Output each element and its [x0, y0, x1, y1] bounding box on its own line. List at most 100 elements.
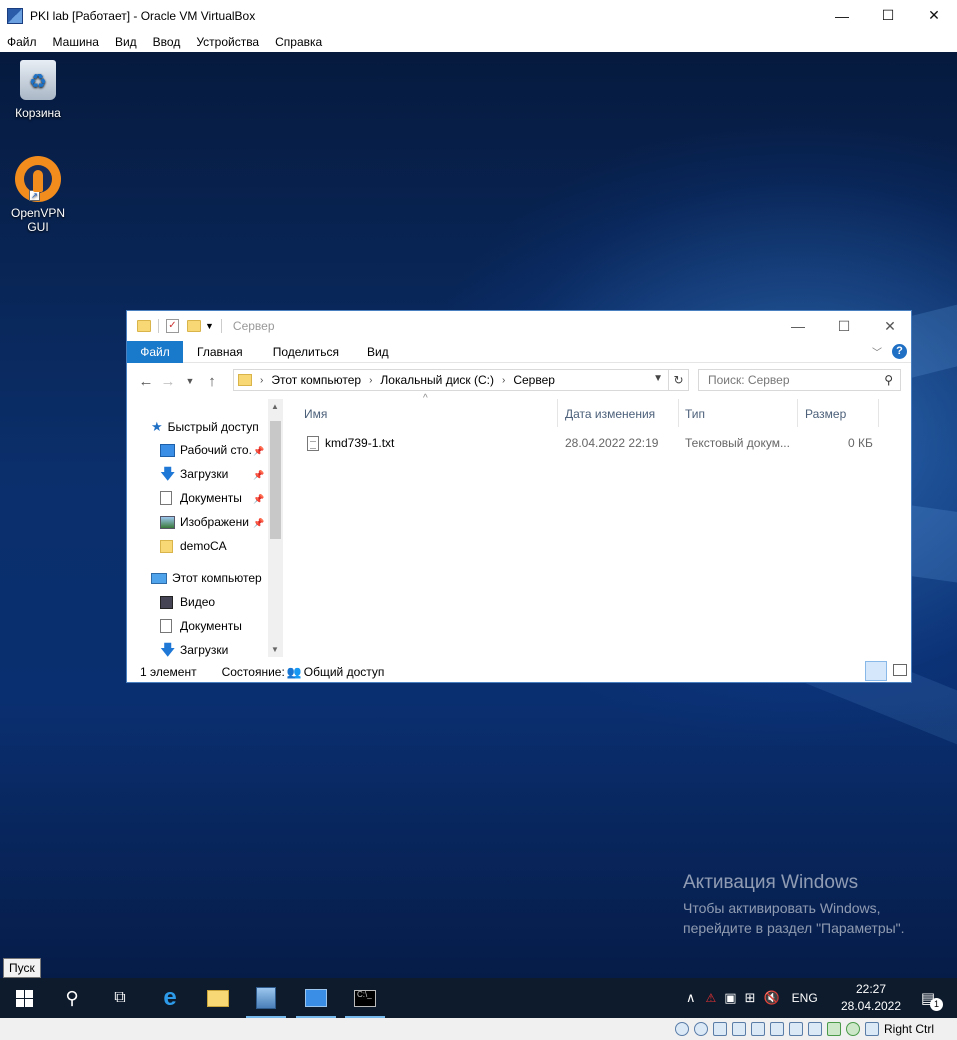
volume-muted-icon[interactable]: 🔇: [763, 990, 779, 1006]
desktop-icon-label: Корзина: [15, 106, 61, 120]
column-size[interactable]: Размер: [805, 407, 846, 421]
task-view-icon[interactable]: ⧉: [96, 978, 144, 1018]
usb-icon[interactable]: [751, 1022, 765, 1036]
menu-help[interactable]: Справка: [275, 35, 322, 49]
menu-input[interactable]: Ввод: [153, 35, 181, 49]
optical-drive-icon[interactable]: [694, 1022, 708, 1036]
security-alert-icon[interactable]: ⚠: [706, 991, 717, 1005]
network-adapter-icon[interactable]: [732, 1022, 746, 1036]
start-tooltip: Пуск: [3, 958, 41, 978]
language-indicator[interactable]: ENG: [792, 991, 818, 1005]
pin-icon[interactable]: 📌: [253, 470, 264, 481]
nav-item-documents[interactable]: Документы: [160, 491, 242, 505]
control-panel-taskbar-icon[interactable]: [292, 978, 340, 1018]
nav-item-desktop[interactable]: Рабочий сто.: [160, 443, 252, 457]
hard-disk-icon[interactable]: [675, 1022, 689, 1036]
clock[interactable]: 22:27 28.04.2022: [836, 981, 906, 1015]
column-divider[interactable]: [878, 399, 879, 427]
nav-this-pc[interactable]: Этот компьютер: [151, 571, 262, 585]
nav-item-video[interactable]: Видео: [160, 595, 215, 609]
start-button[interactable]: [0, 978, 48, 1018]
vbox-menubar: Файл Машина Вид Ввод Устройства Справка: [0, 31, 957, 52]
refresh-icon[interactable]: ↻: [669, 369, 689, 391]
menu-machine[interactable]: Машина: [53, 35, 99, 49]
action-center-button[interactable]: ▤ 1: [908, 978, 948, 1018]
breadcrumb-server[interactable]: Сервер: [513, 373, 555, 387]
breadcrumb-chevron-icon[interactable]: ›: [502, 375, 505, 386]
scroll-thumb[interactable]: [270, 421, 281, 539]
explorer-minimize-button[interactable]: —: [775, 311, 821, 341]
tab-share[interactable]: Поделиться: [273, 345, 339, 359]
column-divider[interactable]: [678, 399, 679, 427]
nav-item-pictures[interactable]: Изображени: [160, 515, 249, 529]
pin-icon[interactable]: 📌: [253, 446, 264, 457]
nav-item-downloads[interactable]: 🡇 Загрузки: [160, 467, 229, 482]
maximize-button[interactable]: ☐: [865, 0, 911, 31]
menu-view[interactable]: Вид: [115, 35, 137, 49]
network-icon[interactable]: ⊞: [745, 990, 756, 1006]
menu-file[interactable]: Файл: [7, 35, 37, 49]
nav-item-pc-documents[interactable]: Документы: [160, 619, 242, 633]
desktop-icon-recycle-bin[interactable]: Корзина: [0, 60, 76, 120]
column-date[interactable]: Дата изменения: [565, 407, 655, 421]
search-icon[interactable]: ⚲: [48, 978, 96, 1018]
audio-icon[interactable]: [713, 1022, 727, 1036]
large-icons-view-icon[interactable]: [893, 664, 907, 676]
shared-folders-icon[interactable]: [770, 1022, 784, 1036]
address-dropdown-icon[interactable]: ▼: [653, 373, 663, 384]
internet-explorer-icon[interactable]: e: [146, 978, 194, 1018]
file-explorer-taskbar-icon[interactable]: [194, 978, 242, 1018]
breadcrumb-this-pc[interactable]: Этот компьютер: [271, 373, 361, 387]
explorer-maximize-button[interactable]: ☐: [821, 311, 867, 341]
nav-scrollbar[interactable]: ▲ ▼: [268, 399, 283, 657]
device-icon[interactable]: ▣: [724, 990, 736, 1006]
column-divider[interactable]: [557, 399, 558, 427]
scroll-up-icon[interactable]: ▲: [271, 402, 279, 411]
expand-ribbon-icon[interactable]: ﹀: [872, 344, 882, 359]
menu-devices[interactable]: Устройства: [196, 35, 259, 49]
display-icon[interactable]: [789, 1022, 803, 1036]
host-key-arrow-icon[interactable]: [865, 1022, 879, 1036]
server-manager-taskbar-icon[interactable]: [242, 978, 290, 1018]
close-button[interactable]: ✕: [911, 0, 957, 31]
desktop-icon-openvpn[interactable]: ↗ OpenVPN GUI: [0, 156, 76, 234]
address-bar[interactable]: › Этот компьютер › Локальный диск (C:) ›…: [233, 369, 669, 391]
pin-icon[interactable]: 📌: [253, 518, 264, 529]
activation-title: Активация Windows: [683, 872, 859, 893]
show-hidden-icons-icon[interactable]: ∧: [686, 990, 696, 1006]
tab-file[interactable]: Файл: [127, 340, 183, 363]
nav-label: Рабочий сто.: [180, 443, 252, 457]
column-name[interactable]: Имя: [304, 407, 327, 421]
help-icon[interactable]: ?: [892, 344, 907, 359]
nav-item-pc-downloads[interactable]: 🡇 Загрузки: [160, 643, 229, 658]
column-divider[interactable]: [797, 399, 798, 427]
pin-icon[interactable]: 📌: [253, 494, 264, 505]
virtualization-icon[interactable]: [827, 1022, 841, 1036]
forward-arrow-icon[interactable]: →: [157, 373, 179, 390]
breadcrumb-chevron-icon[interactable]: ›: [369, 375, 372, 386]
properties-icon[interactable]: ✓: [166, 319, 179, 333]
column-type[interactable]: Тип: [685, 407, 705, 421]
cmd-taskbar-icon[interactable]: C:\_: [341, 978, 389, 1018]
new-folder-icon[interactable]: [187, 320, 201, 332]
breadcrumb-chevron-icon[interactable]: ›: [260, 375, 263, 386]
minimize-button[interactable]: —: [819, 0, 865, 31]
tab-view[interactable]: Вид: [367, 345, 389, 359]
tab-home[interactable]: Главная: [197, 345, 243, 359]
nav-label: Загрузки: [180, 643, 229, 657]
scroll-down-icon[interactable]: ▼: [271, 645, 279, 654]
recent-locations-icon[interactable]: ▼: [179, 376, 201, 386]
nav-label: Загрузки: [180, 467, 229, 481]
nav-item-democa[interactable]: demoCA: [160, 539, 227, 553]
details-view-icon[interactable]: [865, 661, 887, 681]
video-capture-icon[interactable]: [808, 1022, 822, 1036]
nav-quick-access[interactable]: ★ Быстрый доступ: [151, 419, 259, 435]
chevron-down-icon[interactable]: ▼: [205, 321, 214, 331]
mouse-integration-icon[interactable]: [846, 1022, 860, 1036]
explorer-close-button[interactable]: ✕: [867, 311, 913, 341]
back-arrow-icon[interactable]: ←: [135, 373, 157, 390]
search-input[interactable]: Поиск: Сервер ⚲: [698, 369, 901, 391]
up-arrow-icon[interactable]: ↑: [201, 373, 223, 390]
breadcrumb-local-disk[interactable]: Локальный диск (C:): [380, 373, 494, 387]
file-row[interactable]: kmd739-1.txt 28.04.2022 22:19 Текстовый …: [303, 431, 903, 453]
